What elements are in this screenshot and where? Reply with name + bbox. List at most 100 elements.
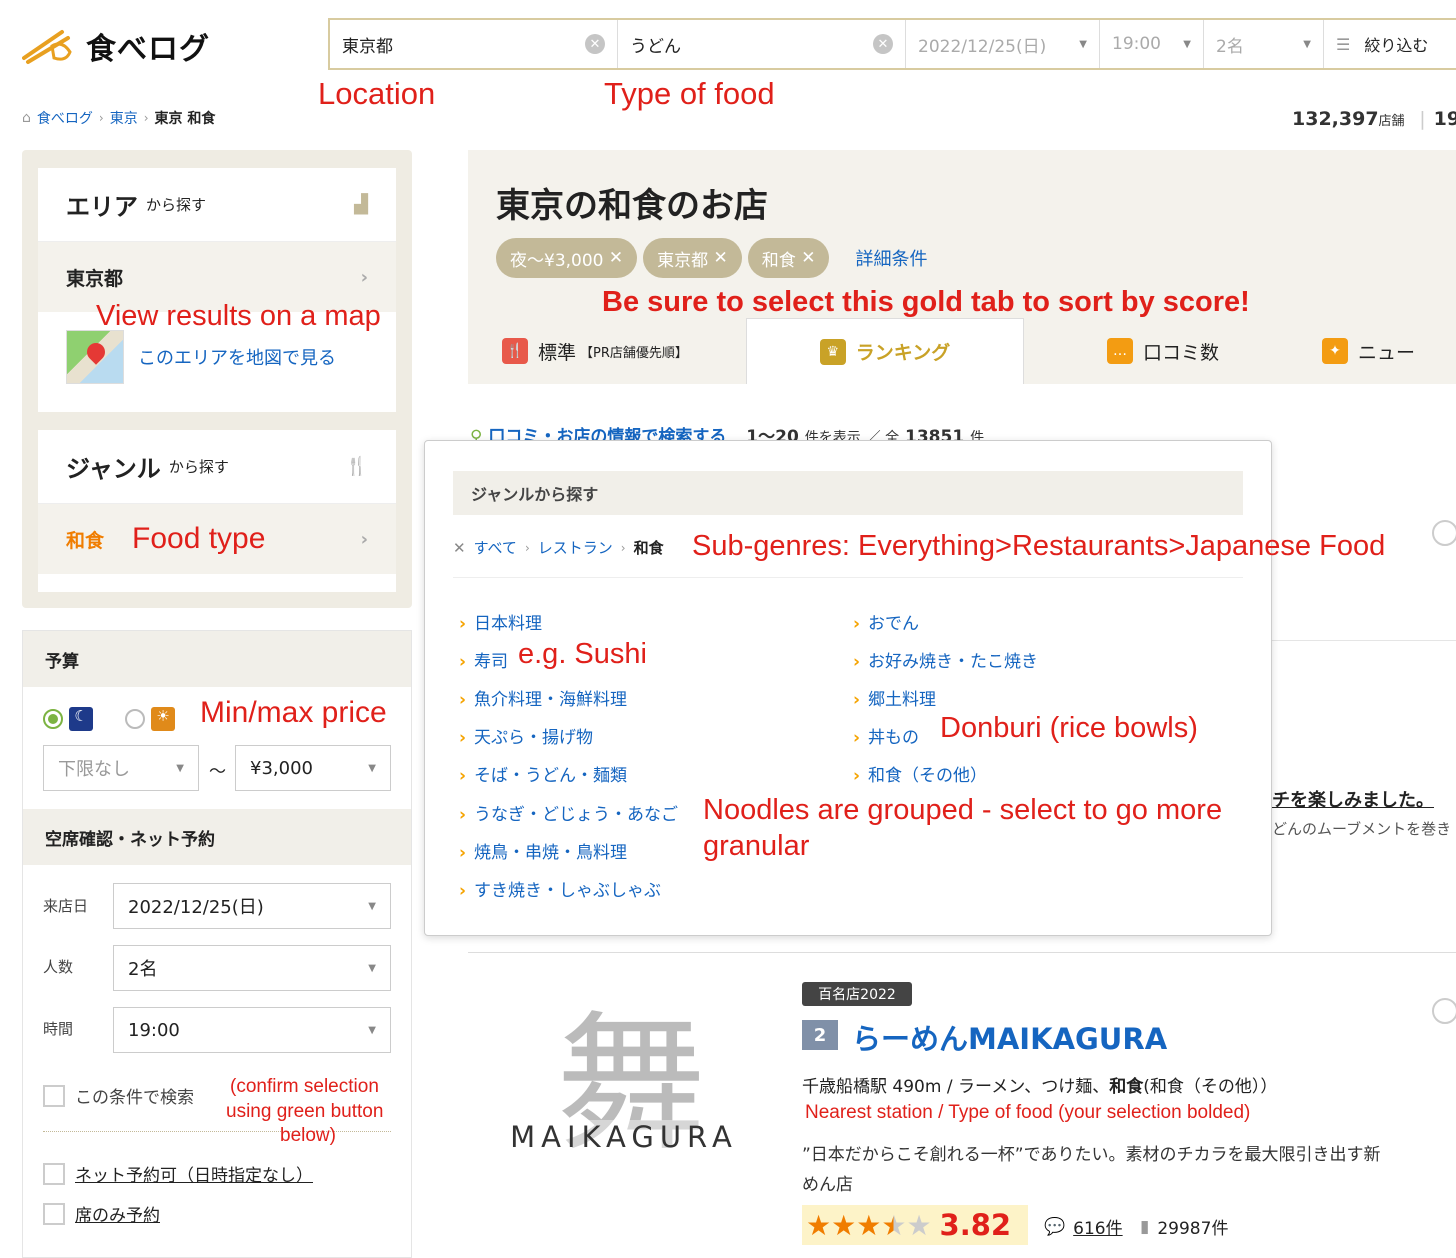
chevron-down-icon: ▼ bbox=[1303, 38, 1311, 50]
info-prefix: 千歳船橋駅 490m / ラーメン、つけ麺、 bbox=[802, 1077, 1110, 1097]
clear-food-icon[interactable]: ✕ bbox=[873, 34, 893, 54]
note-nearest: Nearest station / Type of food (your sel… bbox=[805, 1102, 1251, 1123]
sparkle-icon: ✦ bbox=[1322, 338, 1348, 364]
tab-ranking-label: ランキング bbox=[855, 342, 951, 364]
filter-button[interactable]: ☰ 絞り込む bbox=[1324, 20, 1440, 68]
tab-new[interactable]: ✦ ニュー bbox=[1302, 318, 1456, 384]
search-condition-checkbox[interactable]: この条件で検索 bbox=[43, 1083, 194, 1108]
genre-header: ジャンル から探す 🍴 bbox=[38, 430, 396, 504]
tag-area[interactable]: 東京都 ✕ bbox=[643, 238, 742, 278]
genre-crumb-all[interactable]: すべて bbox=[474, 537, 517, 558]
visit-time-select[interactable]: 19:00 ▼ bbox=[113, 1007, 391, 1053]
filter-tags: 夜〜¥3,000 ✕ 東京都 ✕ 和食 ✕ 詳細条件 bbox=[496, 238, 927, 278]
seat-only-checkbox[interactable]: 席のみ予約 bbox=[43, 1201, 160, 1226]
star-icon: ★ bbox=[806, 1208, 832, 1242]
chevron-down-icon: ▼ bbox=[176, 762, 184, 774]
logo[interactable]: 食べログ bbox=[22, 24, 210, 68]
shop-count: 132,397店舗 |19, bbox=[1292, 108, 1456, 130]
location-field[interactable]: 東京都 ✕ bbox=[330, 20, 618, 68]
genre-item[interactable]: そば・うどん・麺類 bbox=[459, 761, 627, 786]
genre-item[interactable]: お好み焼き・たこ焼き bbox=[853, 647, 1038, 672]
genre-item[interactable]: 和食（その他） bbox=[853, 761, 987, 786]
genre-item[interactable]: うなぎ・どじょう・あなご bbox=[459, 800, 678, 825]
time-select[interactable]: 19:00 ▼ bbox=[1100, 20, 1204, 68]
genre-item[interactable]: 魚介料理・海鮮料理 bbox=[459, 685, 627, 710]
note-noodles-2: granular bbox=[703, 830, 810, 862]
area-title: エリア bbox=[66, 193, 138, 221]
tag-genre[interactable]: 和食 ✕ bbox=[747, 238, 830, 278]
filter-label: 絞り込む bbox=[1364, 36, 1429, 55]
food-field[interactable]: うどん ✕ bbox=[618, 20, 906, 68]
date-label: 来店日 bbox=[43, 897, 89, 915]
tab-reviews[interactable]: … 口コミ数 bbox=[1024, 318, 1302, 384]
genre-item[interactable]: すき焼き・しゃぶしゃぶ bbox=[459, 876, 661, 901]
bookmark-check-icon[interactable] bbox=[1432, 998, 1456, 1024]
lunch-radio[interactable]: ☀ bbox=[125, 707, 175, 731]
budget-header: 予算 bbox=[23, 631, 411, 687]
radio-on bbox=[43, 709, 63, 729]
restaurant-logo[interactable]: 舞 MAIKAGURA bbox=[496, 990, 752, 1258]
restaurant-desc: ”日本だからこそ創れる一杯”でありたい。素材のチカラを最大限引き出す新 bbox=[802, 1145, 1381, 1165]
chopsticks-logo-icon bbox=[22, 30, 72, 64]
search-bar: 東京都 ✕ うどん ✕ 2022/12/25(日) ▼ 19:00 ▼ 2名 ▼… bbox=[328, 18, 1456, 70]
area-chart-icon: ▟ bbox=[354, 194, 368, 215]
dinner-radio[interactable]: ☾ bbox=[43, 707, 93, 731]
tab-standard[interactable]: 🍴 標準 【PR店舗優先順】 bbox=[468, 318, 746, 384]
review-count[interactable]: 💬 616件 bbox=[1044, 1214, 1123, 1240]
date-select[interactable]: 2022/12/25(日) ▼ bbox=[906, 20, 1100, 68]
speech-bubble-icon: … bbox=[1106, 338, 1133, 364]
net-reserve-checkbox[interactable]: ネット予約可（日時指定なし） bbox=[43, 1161, 313, 1186]
search-condition-label: この条件で検索 bbox=[75, 1088, 194, 1108]
note-location: Location bbox=[318, 76, 436, 111]
genre-item[interactable]: 郷土料理 bbox=[853, 685, 936, 710]
visit-date-select[interactable]: 2022/12/25(日) ▼ bbox=[113, 883, 391, 929]
popup-title: ジャンルから探す bbox=[453, 471, 1243, 515]
food-value: うどん bbox=[630, 36, 681, 57]
tag-label: 東京都 bbox=[657, 250, 709, 271]
genre-item[interactable]: 焼鳥・串焼・鳥料理 bbox=[459, 838, 627, 863]
genre-crumb-restaurant[interactable]: レストラン bbox=[538, 537, 613, 558]
area-suffix: から探す bbox=[146, 196, 207, 214]
genre-card: ジャンル から探す 🍴 和食 › bbox=[38, 430, 396, 592]
tag-label: 夜〜¥3,000 bbox=[510, 250, 604, 271]
checkbox bbox=[43, 1202, 65, 1225]
genre-item[interactable]: 丼もの bbox=[853, 723, 919, 748]
visit-time-value: 19:00 bbox=[128, 1019, 180, 1041]
breadcrumb-area[interactable]: 東京 bbox=[110, 108, 138, 128]
home-icon: ⌂ bbox=[22, 110, 31, 126]
bookmark-check-icon[interactable] bbox=[1432, 520, 1456, 546]
fork-knife-icon: ✕ bbox=[453, 538, 466, 557]
info-suffix: (和食（その他）） bbox=[1143, 1077, 1278, 1097]
tab-standard-sub: 【PR店舗優先順】 bbox=[580, 345, 688, 361]
breadcrumb-separator: › bbox=[620, 540, 626, 555]
tab-ranking[interactable]: ♛ ランキング bbox=[746, 318, 1024, 384]
note-gold-tab: Be sure to select this gold tab to sort … bbox=[602, 286, 1250, 318]
chevron-down-icon: ▼ bbox=[1079, 38, 1087, 50]
note-subgenres: Sub-genres: Everything>Restaurants>Japan… bbox=[692, 530, 1386, 562]
breadcrumb-home[interactable]: 食べログ bbox=[37, 108, 93, 128]
genre-title: ジャンル bbox=[66, 455, 161, 483]
save-count: ▮ 29987件 bbox=[1140, 1214, 1228, 1240]
tab-standard-label: 標準 bbox=[538, 341, 577, 364]
genre-item[interactable]: おでん bbox=[853, 609, 919, 634]
restaurant-desc-2: めん店 bbox=[802, 1175, 853, 1195]
genre-item[interactable]: 寿司 bbox=[459, 647, 508, 672]
people-select[interactable]: 2名 ▼ bbox=[1204, 20, 1324, 68]
chevron-down-icon: ▼ bbox=[368, 962, 376, 974]
visit-people-select[interactable]: 2名 ▼ bbox=[113, 945, 391, 991]
restaurant-name[interactable]: らーめんMAIKAGURA bbox=[852, 1016, 1167, 1058]
net-reserve-label: ネット予約可（日時指定なし） bbox=[75, 1166, 313, 1186]
detail-conditions-link[interactable]: 詳細条件 bbox=[855, 245, 927, 271]
logo-text: 食べログ bbox=[86, 32, 210, 67]
clear-location-icon[interactable]: ✕ bbox=[585, 34, 605, 54]
max-price-value: ¥3,000 bbox=[250, 757, 313, 779]
bookmark-icon: ▮ bbox=[1140, 1216, 1150, 1237]
max-price-select[interactable]: ¥3,000 ▼ bbox=[235, 745, 391, 791]
genre-item[interactable]: 日本料理 bbox=[459, 609, 542, 634]
min-price-select[interactable]: 下限なし ▼ bbox=[43, 745, 199, 791]
genre-item[interactable]: 天ぷら・揚げ物 bbox=[459, 723, 593, 748]
peek-review-title: チを楽しみました。 bbox=[1272, 790, 1434, 811]
breadcrumb-separator: › bbox=[98, 111, 104, 125]
half-star-icon: ★ bbox=[881, 1208, 907, 1242]
tag-budget[interactable]: 夜〜¥3,000 ✕ bbox=[496, 238, 638, 278]
